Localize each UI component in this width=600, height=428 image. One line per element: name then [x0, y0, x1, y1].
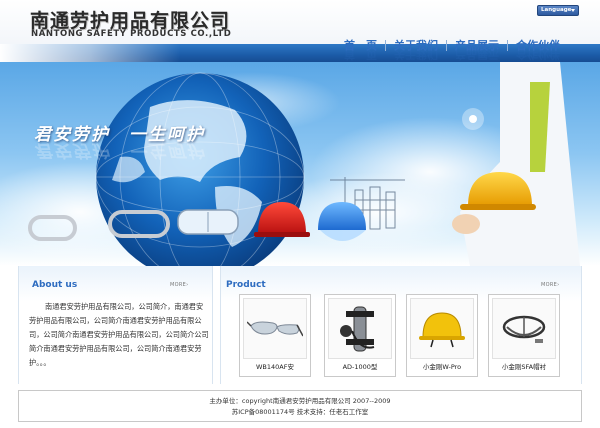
nav-item-home[interactable]: 首 页首 页	[336, 37, 385, 61]
product-image[interactable]	[328, 298, 392, 359]
footer-icp: 苏ICP备08001174号 技术支持：任老石工作室	[231, 408, 369, 416]
footer-copyright: 主办单位：copyright南通君安劳护用品有限公司 2007--2009	[209, 397, 391, 405]
main-nav: 首 页首 页 关于我们关于我们 产品展示产品展示 合作伙伴合作伙伴	[336, 37, 568, 61]
about-section: About us MORE› 南通君安劳护用品有限公司，公司简介，南通君安劳护用…	[18, 266, 213, 384]
language-label: Language	[541, 7, 572, 13]
language-dropdown[interactable]: Language	[537, 5, 579, 16]
product-name[interactable]: 小金刚SFA帽衬	[489, 361, 559, 371]
product-image[interactable]	[492, 298, 556, 359]
company-logo-english: NANTONG SAFETY PRODUCTS CO.,LTD	[31, 29, 232, 39]
product-name[interactable]: WB140AF安	[240, 361, 310, 371]
product-card[interactable]: 小金刚SFA帽衬	[488, 294, 560, 377]
banner-slogan-reflection: 君安劳护 一生呵护	[34, 140, 205, 160]
yellow-helmet-icon	[419, 311, 465, 347]
goggles-icon	[177, 209, 239, 235]
site-footer: 主办单位：copyright南通君安劳护用品有限公司 2007--2009 苏I…	[18, 390, 582, 422]
product-image[interactable]	[410, 298, 474, 359]
chevron-down-icon	[571, 9, 575, 12]
products-section: Product MORE› WB140AF安 AD-1000型 小金刚W-Pro…	[220, 266, 582, 384]
nav-item-partners[interactable]: 合作伙伴合作伙伴	[508, 37, 568, 61]
about-text: 南通君安劳护用品有限公司，公司简介，南通君安劳护用品有限公司，公司简介南通君安劳…	[29, 302, 209, 367]
breathing-apparatus-icon	[340, 306, 375, 351]
about-title: About us	[32, 280, 78, 290]
product-name[interactable]: AD-1000型	[325, 361, 395, 371]
product-card[interactable]: 小金刚W-Pro	[406, 294, 478, 377]
nav-item-about[interactable]: 关于我们关于我们	[386, 37, 446, 61]
about-more-link[interactable]: MORE›	[170, 282, 188, 288]
product-image[interactable]	[243, 298, 307, 359]
product-card[interactable]: WB140AF安	[239, 294, 311, 377]
nav-item-products[interactable]: 产品展示产品展示	[447, 37, 507, 61]
helmet-suspension-icon	[502, 315, 546, 343]
safety-goggles-icon	[247, 320, 303, 336]
products-more-link[interactable]: MORE›	[541, 282, 559, 288]
hero-banner: 君安劳护 一生呵护 君安劳护 一生呵护	[0, 62, 600, 266]
product-name[interactable]: 小金刚W-Pro	[407, 361, 477, 371]
product-card[interactable]: AD-1000型	[324, 294, 396, 377]
products-title: Product	[226, 280, 266, 290]
nav-band-fade	[0, 44, 180, 62]
